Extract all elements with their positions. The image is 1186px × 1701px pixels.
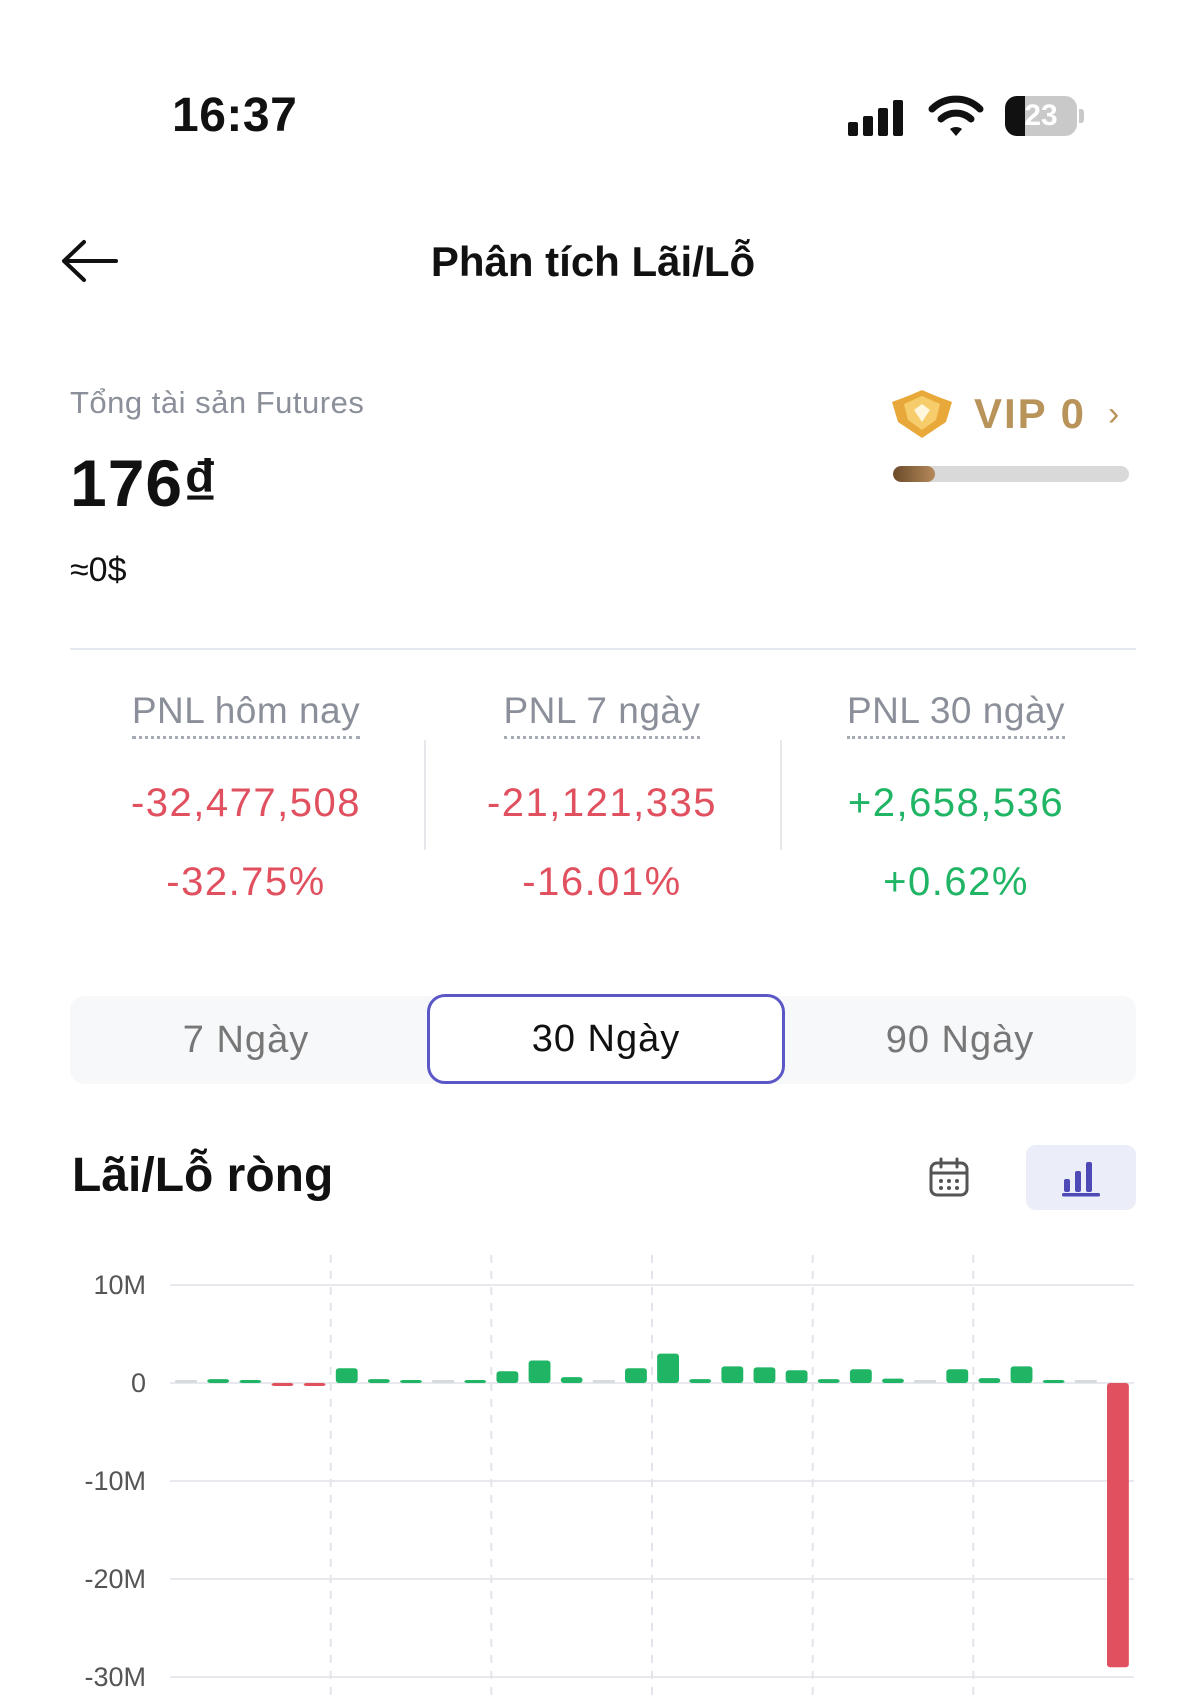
pnl-bar[interactable]	[303, 1383, 326, 1386]
pnl-bar[interactable]	[560, 1377, 583, 1383]
y-tick-label: -10M	[84, 1466, 146, 1496]
pnl-bar[interactable]	[657, 1353, 679, 1383]
pnl-7d-value: -21,121,335	[486, 781, 717, 825]
tab-30-days[interactable]: 30 Ngày	[427, 994, 785, 1084]
pnl-bar[interactable]	[785, 1370, 808, 1383]
pnl-bar[interactable]	[946, 1369, 969, 1383]
tab-90-days[interactable]: 90 Ngày	[784, 996, 1136, 1084]
pnl-bar[interactable]	[721, 1366, 744, 1383]
pnl-bar[interactable]	[432, 1380, 455, 1383]
pnl-7d-percent: -16.01%	[522, 860, 682, 904]
calendar-icon[interactable]	[928, 1156, 970, 1198]
y-tick-label: -20M	[84, 1564, 146, 1594]
pnl-bar[interactable]	[753, 1367, 776, 1383]
pnl-bar[interactable]	[464, 1380, 487, 1383]
asset-usd-approx: ≈0$	[70, 551, 127, 589]
tab-7-days[interactable]: 7 Ngày	[70, 996, 422, 1084]
asset-value: 176₫	[70, 446, 218, 520]
y-tick-label: 0	[131, 1368, 146, 1398]
pnl-7d-label[interactable]: PNL 7 ngày	[503, 690, 701, 739]
pnl-bar[interactable]	[271, 1383, 294, 1386]
vip-progress-fill	[893, 466, 936, 482]
pnl-30d-value: +2,658,536	[847, 781, 1065, 825]
back-arrow-icon[interactable]	[60, 238, 120, 284]
wifi-icon	[928, 95, 984, 136]
chevron-right-icon: ›	[1107, 394, 1120, 433]
pnl-bar[interactable]	[207, 1379, 230, 1383]
pnl-bar[interactable]	[367, 1379, 390, 1383]
pnl-bar[interactable]	[914, 1380, 937, 1383]
pnl-today: PNL hôm nay -32,477,508 -32.75%	[66, 690, 426, 905]
vip-label: VIP 0	[974, 390, 1086, 437]
pnl-bar[interactable]	[978, 1378, 1001, 1383]
pnl-today-label[interactable]: PNL hôm nay	[131, 690, 361, 739]
divider	[70, 648, 1136, 650]
cellular-signal-icon	[848, 96, 903, 136]
pnl-bar[interactable]	[400, 1380, 422, 1383]
vip-progress-bar	[893, 466, 1129, 482]
pnl-30d-percent: +0.62%	[883, 860, 1029, 904]
asset-label: Tổng tài sản Futures	[70, 385, 365, 420]
pnl-today-percent: -32.75%	[166, 860, 326, 904]
pnl-bar[interactable]	[528, 1360, 551, 1383]
vip-badge-icon	[892, 390, 952, 438]
pnl-bar-chart: 10M 0 -10M -20M -30M	[84, 1255, 1134, 1701]
pnl-bar[interactable]	[1010, 1366, 1033, 1383]
pnl-bar[interactable]	[1074, 1380, 1097, 1383]
chart-title: Lãi/Lỗ ròng	[72, 1149, 334, 1202]
pnl-30d-label[interactable]: PNL 30 ngày	[846, 690, 1066, 739]
pnl-bar[interactable]	[1042, 1380, 1065, 1383]
pnl-bar[interactable]	[175, 1380, 197, 1383]
pnl-bar[interactable]	[335, 1368, 358, 1383]
pnl-30d: PNL 30 ngày +2,658,536 +0.62%	[776, 690, 1136, 905]
pnl-bar[interactable]	[239, 1380, 262, 1383]
pnl-bar[interactable]	[689, 1379, 712, 1383]
battery-level: 23	[1024, 99, 1058, 132]
pnl-bar[interactable]	[817, 1379, 840, 1383]
y-tick-label: 10M	[93, 1270, 146, 1300]
period-tabs: 7 Ngày 30 Ngày 90 Ngày	[70, 994, 1136, 1084]
status-time: 16:37	[172, 89, 298, 142]
bar-chart-icon	[1062, 1162, 1100, 1197]
pnl-7d: PNL 7 ngày -21,121,335 -16.01%	[422, 690, 782, 905]
pnl-bar[interactable]	[882, 1378, 904, 1383]
pnl-bar[interactable]	[1107, 1383, 1129, 1668]
battery-icon: 23	[1005, 96, 1085, 136]
pnl-bar[interactable]	[849, 1369, 872, 1383]
pnl-bar[interactable]	[496, 1371, 519, 1383]
pnl-bar[interactable]	[625, 1368, 647, 1383]
bar-chart-toggle[interactable]	[1026, 1145, 1136, 1210]
page-title: Phân tích Lãi/Lỗ	[430, 238, 756, 285]
y-tick-label: -30M	[84, 1662, 146, 1692]
vip-level-link[interactable]: VIP 0 ›	[888, 388, 1119, 440]
pnl-bar[interactable]	[592, 1380, 615, 1383]
pnl-today-value: -32,477,508	[130, 781, 361, 825]
